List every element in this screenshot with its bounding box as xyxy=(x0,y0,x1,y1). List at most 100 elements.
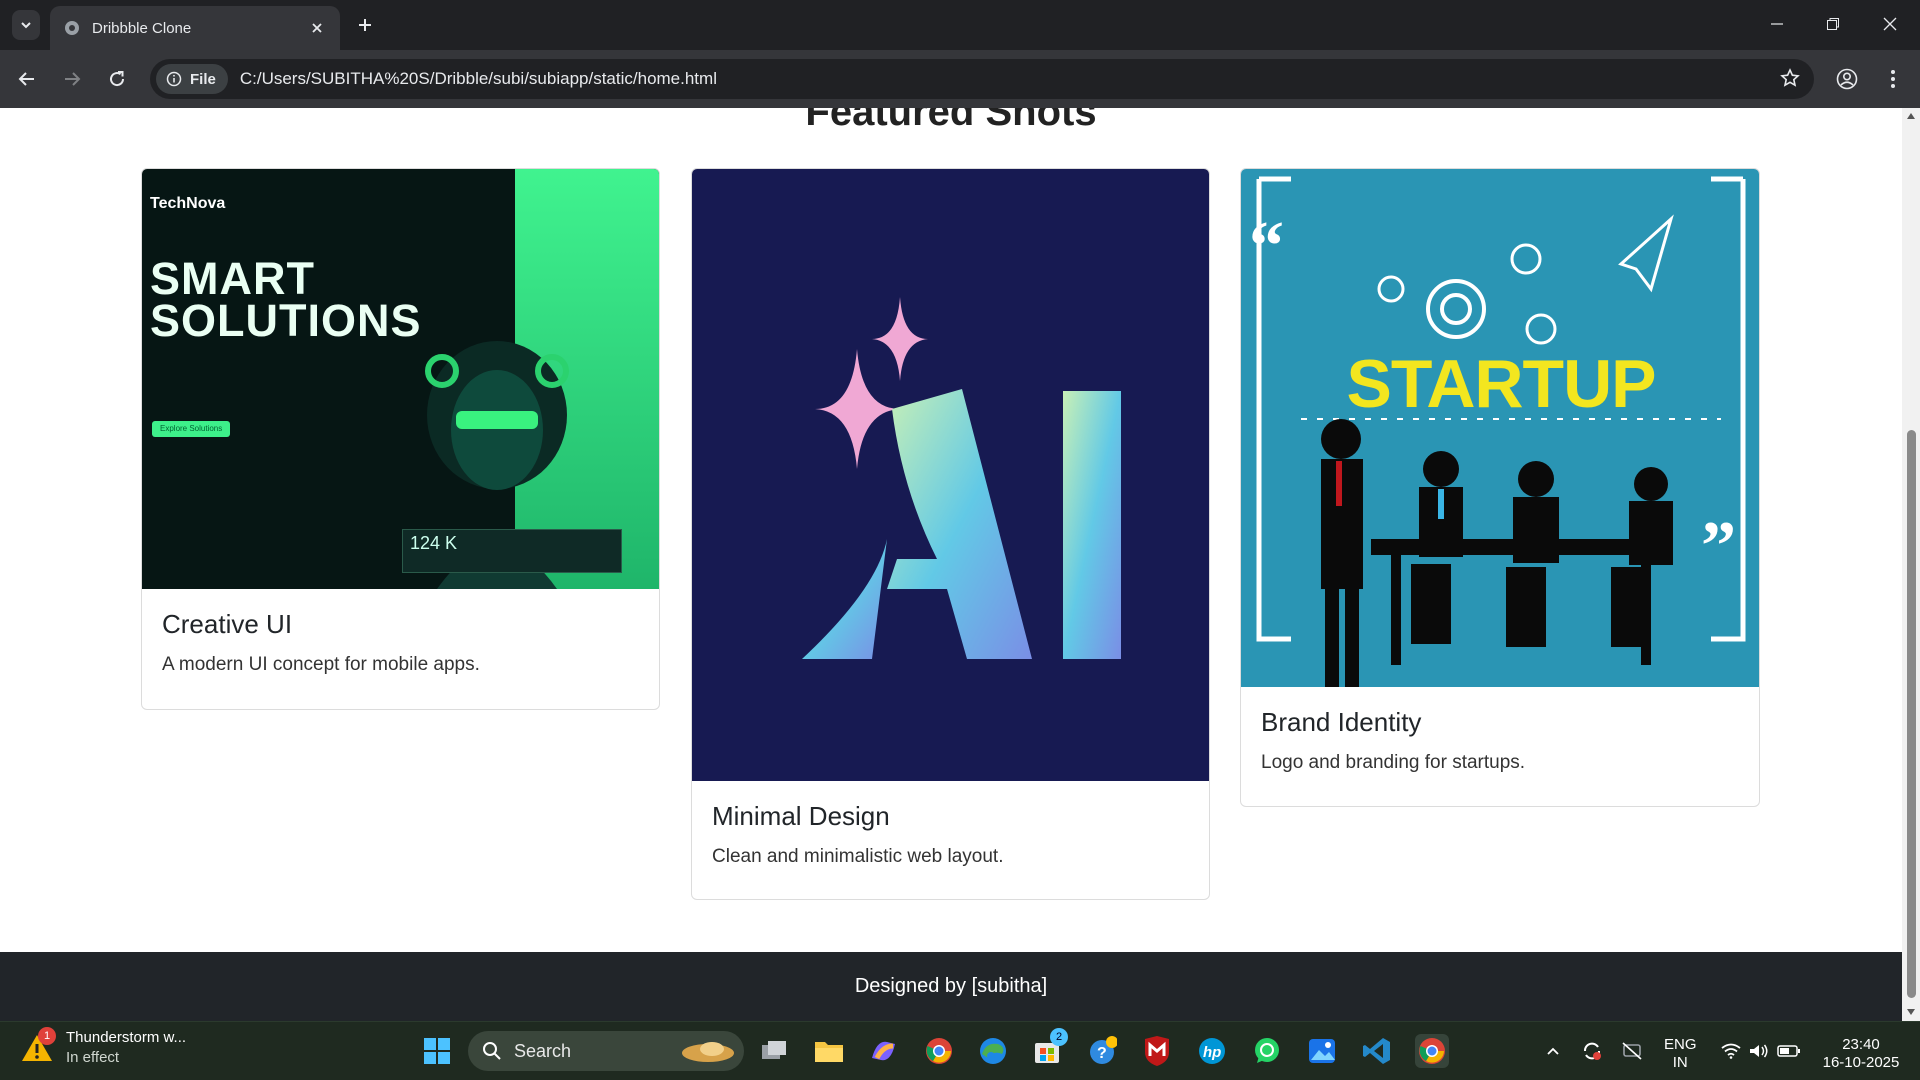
page-footer: Designed by [subitha] xyxy=(0,952,1902,1021)
search-highlight-icon xyxy=(682,1042,734,1062)
startup-illustration: “ ” xyxy=(1249,176,1746,687)
close-window-button[interactable] xyxy=(1865,8,1915,40)
search-label: Search xyxy=(514,1040,572,1061)
get-help-icon[interactable]: ? xyxy=(1085,1034,1119,1068)
clock-date: 16-10-2025 xyxy=(1822,1054,1900,1071)
scrollbar-thumb[interactable] xyxy=(1907,430,1916,998)
weather-subtitle: In effect xyxy=(66,1049,120,1066)
tab-search-button[interactable] xyxy=(12,10,40,40)
svg-text:hp: hp xyxy=(1203,1044,1221,1061)
task-view-icon[interactable] xyxy=(757,1034,791,1068)
technova-stat: 124 K xyxy=(410,533,458,553)
weather-widget[interactable]: 1 Thunderstorm w... In effect xyxy=(20,1027,187,1068)
card-text: Logo and branding for startups. xyxy=(1261,752,1526,773)
card-title: Brand Identity xyxy=(1261,707,1422,737)
address-bar[interactable]: File C:/Users/SUBITHA%20S/Dribble/subi/s… xyxy=(150,59,1814,99)
taskbar-search[interactable]: Search xyxy=(468,1031,744,1071)
chevron-down-icon xyxy=(21,22,31,29)
url-text[interactable]: C:/Users/SUBITHA%20S/Dribble/subi/subiap… xyxy=(240,69,717,89)
whatsapp-icon[interactable] xyxy=(1250,1034,1284,1068)
startup-wordmark: STARTUP xyxy=(1346,346,1656,422)
volume-icon xyxy=(1750,1044,1768,1058)
restore-button[interactable] xyxy=(1808,8,1858,40)
page-scrollbar[interactable] xyxy=(1902,108,1920,1021)
quick-settings[interactable] xyxy=(1711,1034,1811,1068)
site-info-chip[interactable]: File xyxy=(156,64,228,94)
page-viewport: Featured Shots TechNova SMART SOLUTIONS … xyxy=(0,108,1902,1021)
tab-title: Dribbble Clone xyxy=(92,19,192,37)
language-code: ENG xyxy=(1664,1036,1697,1053)
region-code: IN xyxy=(1672,1054,1688,1071)
edge-icon[interactable] xyxy=(976,1034,1010,1068)
bookmark-star-icon[interactable] xyxy=(1780,68,1800,93)
minimize-icon xyxy=(1771,23,1783,25)
windows-logo-icon xyxy=(424,1038,450,1064)
technova-brand: TechNova xyxy=(150,195,226,212)
card-body: Creative UI A modern UI concept for mobi… xyxy=(142,589,659,676)
close-icon xyxy=(1883,17,1897,31)
reload-icon xyxy=(110,71,125,87)
shot-card-creative-ui[interactable]: TechNova SMART SOLUTIONS Explore Solutio… xyxy=(141,168,660,710)
technova-headline-2: SOLUTIONS xyxy=(150,295,422,346)
card-text: Clean and minimalistic web layout. xyxy=(712,846,1004,867)
reload-button[interactable] xyxy=(102,64,132,94)
back-button[interactable] xyxy=(12,64,42,94)
start-button[interactable] xyxy=(420,1034,454,1068)
scroll-down-arrow-icon[interactable] xyxy=(1906,1008,1916,1016)
shot-image-technova[interactable]: TechNova SMART SOLUTIONS Explore Solutio… xyxy=(142,169,659,589)
photos-icon[interactable] xyxy=(1305,1034,1339,1068)
language-indicator[interactable]: ENG IN xyxy=(1664,1036,1697,1072)
restore-icon xyxy=(1827,18,1839,30)
section-heading: Featured Shots xyxy=(805,108,1097,134)
svg-text:?: ? xyxy=(1097,1045,1107,1062)
browser-toolbar: File C:/Users/SUBITHA%20S/Dribble/subi/s… xyxy=(0,50,1920,108)
weather-title: Thunderstorm w... xyxy=(66,1029,187,1046)
shot-card-brand-identity[interactable]: “ ” STARTUP Brand Identity Logo and bran… xyxy=(1240,168,1760,807)
technova-cta: Explore Solutions xyxy=(152,421,231,437)
chrome-active-icon[interactable] xyxy=(1415,1034,1449,1068)
mcafee-icon[interactable] xyxy=(1140,1034,1174,1068)
shot-image-startup[interactable]: “ ” STARTUP xyxy=(1241,169,1759,687)
info-icon xyxy=(166,71,182,87)
new-tab-button[interactable] xyxy=(352,12,378,38)
scroll-up-arrow-icon[interactable] xyxy=(1906,112,1916,120)
copilot-icon[interactable] xyxy=(867,1034,901,1068)
footer-credit: Designed by [subitha] xyxy=(854,975,1048,997)
profile-button[interactable] xyxy=(1832,64,1862,94)
site-info-label: File xyxy=(190,70,216,88)
globe-icon xyxy=(65,21,79,35)
close-tab-icon[interactable] xyxy=(308,19,326,37)
hp-icon[interactable]: hp xyxy=(1195,1034,1229,1068)
microsoft-store-icon[interactable]: 2 xyxy=(1030,1028,1068,1068)
card-title: Creative UI xyxy=(162,609,293,639)
vscode-icon[interactable] xyxy=(1360,1034,1394,1068)
more-vertical-icon xyxy=(1891,70,1895,88)
shot-card-minimal-design[interactable]: AI Minimal Design Clean and minimalistic… xyxy=(691,168,1210,900)
browser-tab-active[interactable]: Dribbble Clone xyxy=(50,6,340,50)
network-off-icon[interactable] xyxy=(1614,1034,1650,1068)
minimize-button[interactable] xyxy=(1752,8,1802,40)
chrome-icon[interactable] xyxy=(922,1034,956,1068)
file-explorer-icon[interactable] xyxy=(812,1034,846,1068)
profile-icon xyxy=(1836,68,1858,90)
search-icon xyxy=(483,1042,501,1060)
arrow-left-icon xyxy=(18,72,34,86)
plus-icon xyxy=(359,19,371,31)
card-body: Minimal Design Clean and minimalistic we… xyxy=(692,781,1209,868)
svg-text:“: “ xyxy=(1249,208,1284,285)
clock-time: 23:40 xyxy=(1842,1036,1880,1053)
windows-taskbar: 1 Thunderstorm w... In effect Search 2 ? xyxy=(0,1021,1920,1080)
card-text: A modern UI concept for mobile apps. xyxy=(162,654,480,675)
shot-image-ai-logo[interactable]: AI xyxy=(692,169,1209,781)
sync-icon[interactable] xyxy=(1574,1034,1610,1068)
browser-tab-bar: Dribbble Clone xyxy=(0,0,1920,50)
show-hidden-icons-chevron-icon[interactable] xyxy=(1535,1034,1571,1068)
clock[interactable]: 23:40 16-10-2025 xyxy=(1818,1036,1904,1072)
arrow-right-icon xyxy=(65,72,81,86)
card-title: Minimal Design xyxy=(712,801,890,831)
ai-logo-illustration xyxy=(802,297,1121,659)
battery-icon xyxy=(1777,1045,1800,1057)
browser-menu-button[interactable] xyxy=(1878,64,1908,94)
forward-button[interactable] xyxy=(57,64,87,94)
weather-badge: 1 xyxy=(38,1027,56,1045)
